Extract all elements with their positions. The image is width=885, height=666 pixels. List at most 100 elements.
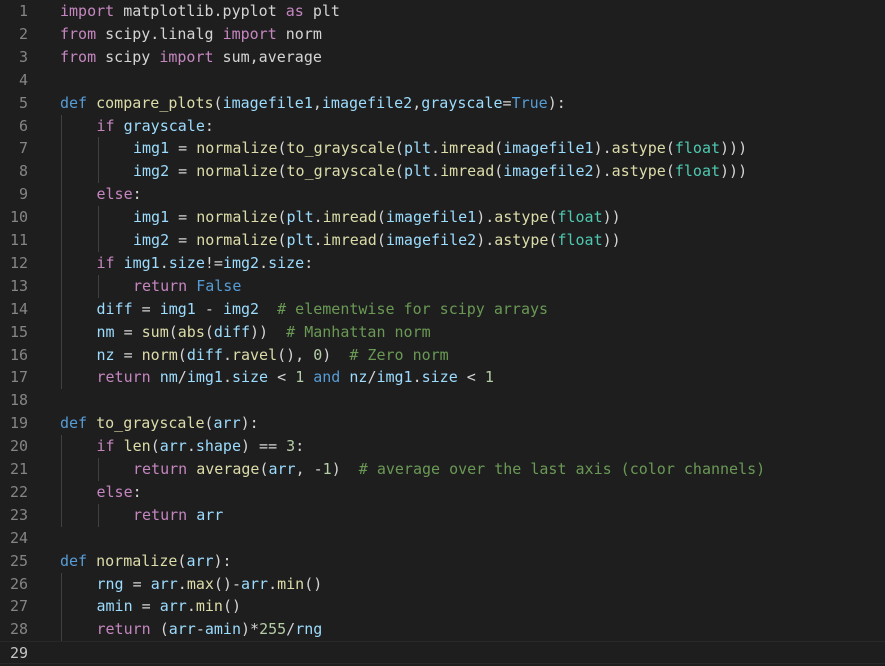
code-token: - — [195, 299, 223, 318]
code-token: grayscale — [123, 116, 205, 135]
line-code: else: — [97, 481, 142, 504]
line-code: img1 = normalize(plt.imread(imagefile1).… — [133, 206, 621, 229]
code-line[interactable]: 25 def normalize(arr): — [0, 550, 885, 573]
code-line[interactable]: 9 else: — [0, 183, 885, 206]
code-token: nm — [96, 322, 115, 341]
code-token: def — [60, 93, 88, 112]
code-line[interactable]: 24 — [0, 527, 885, 550]
code-line[interactable]: 23 return arr — [0, 504, 885, 527]
code-line[interactable]: 1 import matplotlib.pyplot as plt — [0, 0, 885, 23]
code-token: normalize — [196, 162, 278, 181]
code-token: def — [60, 551, 88, 570]
code-token: , - — [295, 460, 323, 478]
code-line[interactable]: 28 return (arr-amin)*255/rng — [0, 618, 885, 641]
code-token: () — [222, 597, 241, 616]
code-line[interactable]: 7 img1 = normalize(to_grayscale(plt.imrea… — [0, 137, 885, 160]
code-token: ))) — [720, 139, 748, 158]
code-token: min — [277, 574, 305, 593]
code-line[interactable]: 19 def to_grayscale(arr): — [0, 412, 885, 435]
code-line[interactable]: 12 if img1.size!=img2.size: — [0, 252, 885, 275]
code-token: imagefile2 — [321, 93, 413, 112]
code-token: img2 — [133, 231, 170, 249]
code-line[interactable]: 15 nm = sum(abs(diff)) # Manhattan norm — [0, 321, 885, 344]
code-line[interactable]: 21 return average(arr, -1) # average over… — [0, 458, 885, 481]
code-token: , — [412, 93, 422, 112]
code-token: from — [60, 24, 97, 43]
code-token: / — [286, 620, 296, 639]
code-line[interactable]: 5 def compare_plots(imagefile1,imagefile2… — [0, 92, 885, 115]
code-token: arr — [186, 551, 214, 570]
code-line[interactable]: 27 amin = arr.min() — [0, 595, 885, 618]
code-line[interactable]: 14 diff = img1 - img2 # elementwise for s… — [0, 298, 885, 321]
code-token: = — [114, 322, 142, 341]
code-line[interactable]: 11 img2 = normalize(plt.imread(imagefile2… — [0, 229, 885, 252]
code-token: matplotlib.pyplot — [114, 2, 286, 20]
code-token: < — [457, 368, 485, 387]
code-line[interactable]: 22 else: — [0, 481, 885, 504]
line-code: def to_grayscale(arr): — [60, 412, 259, 435]
line-code: return arr — [133, 504, 223, 527]
code-token: # average over the last axis (color chan… — [358, 460, 766, 478]
code-token: ( — [277, 208, 287, 227]
line-number: 7 — [18, 139, 28, 158]
code-line[interactable]: 16 nz = norm(diff.ravel(), 0) # Zero norm — [0, 344, 885, 367]
code-line[interactable]: 26 rng = arr.max()-arr.min() — [0, 573, 885, 596]
line-code: else: — [97, 183, 142, 206]
code-token: ( — [376, 208, 386, 227]
code-token: import — [159, 47, 214, 66]
code-token: = — [132, 299, 160, 318]
code-token: import — [222, 24, 277, 43]
code-token: normalize — [196, 139, 278, 158]
code-token: imagefile1 — [503, 139, 594, 158]
code-line[interactable]: 10 img1 = normalize(plt.imread(imagefile1… — [0, 206, 885, 229]
line-code: if len(arr.shape) == 3: — [97, 435, 305, 458]
code-line[interactable]: 3 from scipy import sum,average — [0, 46, 885, 69]
code-token: ( — [277, 162, 287, 181]
line-code: nz = norm(diff.ravel(), 0) # Zero norm — [97, 344, 449, 367]
code-token: to_grayscale — [286, 162, 395, 181]
code-token: # Zero norm — [349, 345, 449, 364]
code-line[interactable]: 8 img2 = normalize(to_grayscale(plt.imrea… — [0, 160, 885, 183]
code-token: shape — [195, 437, 241, 456]
code-token: scipy — [96, 47, 160, 66]
code-line[interactable]: 13 return False — [0, 275, 885, 298]
code-line[interactable]: 20 if len(arr.shape) == 3: — [0, 435, 885, 458]
code-token: compare_plots — [96, 93, 214, 112]
code-token: return — [133, 505, 188, 524]
code-token: ( — [277, 231, 287, 249]
line-number: 12 — [9, 253, 28, 272]
code-line[interactable]: 6 if grayscale: — [0, 115, 885, 138]
code-editor[interactable]: 1 import matplotlib.pyplot as plt 2 from sc… — [0, 0, 885, 666]
code-token: normalize — [196, 208, 278, 227]
line-number: 8 — [18, 162, 28, 181]
code-token: nm — [159, 368, 178, 387]
code-token: arr — [150, 574, 178, 593]
code-token: ). — [593, 139, 612, 158]
code-token: . — [431, 139, 441, 158]
code-token: else — [96, 185, 133, 204]
code-token: ( — [177, 345, 187, 364]
code-token: ) == — [241, 437, 287, 456]
code-token: norm — [141, 345, 178, 364]
code-line[interactable]: 17 return nm/img1.size < 1 and nz/img1.si… — [0, 366, 885, 389]
code-token: imagefile1 — [222, 93, 313, 112]
code-token: . — [186, 437, 196, 456]
code-token: amin — [204, 620, 241, 639]
line-code: rng = arr.max()-arr.min() — [97, 573, 323, 596]
line-number: 2 — [18, 24, 28, 43]
code-token: sum — [141, 322, 169, 341]
code-line[interactable]: 29 — [0, 641, 885, 665]
line-code: def compare_plots(imagefile1,imagefile2,… — [60, 92, 566, 115]
code-token: imread — [440, 139, 495, 158]
code-token: img1 — [133, 208, 170, 227]
code-token: plt — [286, 208, 314, 227]
code-line[interactable]: 18 — [0, 389, 885, 412]
code-line[interactable]: 2 from scipy.linalg import norm — [0, 23, 885, 46]
code-line[interactable]: 4 — [0, 69, 885, 92]
code-token: )) — [602, 208, 621, 227]
